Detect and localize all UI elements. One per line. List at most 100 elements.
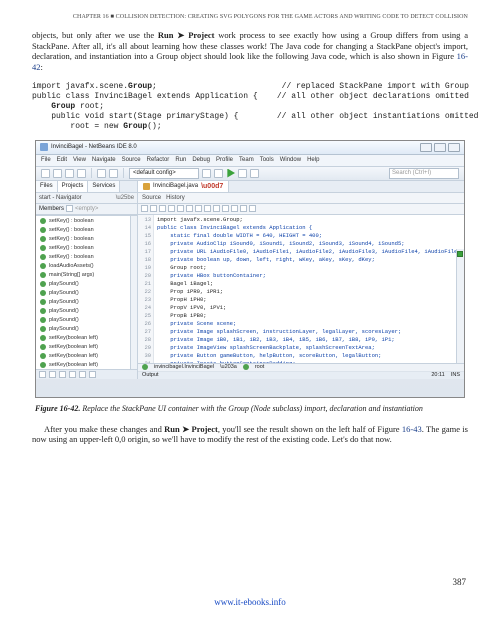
filter-icon-1[interactable] [39, 371, 46, 378]
navigator-item[interactable]: playSound() [36, 289, 137, 298]
navigator-item[interactable]: setKey() : boolean [36, 235, 137, 244]
menu-run[interactable]: Run [175, 157, 186, 163]
ed-icon-3[interactable] [159, 205, 166, 212]
breadcrumb-field[interactable]: root [255, 364, 264, 370]
ed-icon-8[interactable] [204, 205, 211, 212]
code-line[interactable]: private boolean up, down, left, right, w… [157, 256, 464, 264]
navigator-item[interactable]: playSound() [36, 316, 137, 325]
tab-projects[interactable]: Projects [58, 181, 89, 192]
navigator-item[interactable]: setKey() : boolean [36, 226, 137, 235]
code-line[interactable]: PropV iPV0, iPV1; [157, 304, 464, 312]
close-tab-icon[interactable]: \u00d7 [201, 183, 223, 190]
ed-icon-11[interactable] [231, 205, 238, 212]
source-tab[interactable]: Source [142, 195, 161, 201]
footer-link[interactable]: www.it-ebooks.info [0, 597, 500, 607]
navigator-item[interactable]: setKey(boolean left) [36, 343, 137, 352]
output-label[interactable]: Output [142, 372, 159, 378]
code-line[interactable]: Prop iPR0, iPR1; [157, 288, 464, 296]
navigator-item[interactable]: playSound() [36, 307, 137, 316]
navigator-list[interactable]: setKey() : booleansetKey() : booleansetK… [36, 215, 137, 369]
code-line[interactable]: Group root; [157, 264, 464, 272]
filter-icon-3[interactable] [59, 371, 66, 378]
ed-icon-6[interactable] [186, 205, 193, 212]
minimize-button[interactable] [420, 143, 432, 152]
ed-icon-2[interactable] [150, 205, 157, 212]
code-line[interactable]: private Image iB0, iB1, iB2, iB3, iB4, i… [157, 336, 464, 344]
code-line[interactable]: private URL iAudioFile0, iAudioFile1, iA… [157, 248, 464, 256]
code-line[interactable]: public class InvinciBagel extends Applic… [157, 224, 464, 232]
navigator-item[interactable]: setKey() : boolean [36, 217, 137, 226]
code-line[interactable]: Bagel iBagel; [157, 280, 464, 288]
ed-icon-10[interactable] [222, 205, 229, 212]
editor-tab[interactable]: InvinciBagel.java \u00d7 [138, 181, 229, 192]
redo-icon[interactable] [109, 169, 118, 178]
ed-icon-7[interactable] [195, 205, 202, 212]
menu-team[interactable]: Team [239, 157, 254, 163]
ed-icon-9[interactable] [213, 205, 220, 212]
navigator-item[interactable]: setKey(boolean left) [36, 352, 137, 361]
ed-icon-5[interactable] [177, 205, 184, 212]
ed-icon-13[interactable] [249, 205, 256, 212]
code-line[interactable]: private Insets buttonContainerPadding; [157, 360, 464, 363]
navigator-item[interactable]: playSound() [36, 325, 137, 334]
menu-file[interactable]: File [41, 157, 51, 163]
error-stripe-icon[interactable] [457, 251, 463, 257]
code-line[interactable]: static final double WIDTH = 640, HEIGHT … [157, 232, 464, 240]
menu-window[interactable]: Window [280, 157, 301, 163]
editor-body[interactable]: 1314151617181920212223242526272829303132… [138, 215, 464, 363]
menu-debug[interactable]: Debug [192, 157, 210, 163]
filter-icon-6[interactable] [89, 371, 96, 378]
navigator-item[interactable]: playSound() [36, 298, 137, 307]
menu-navigate[interactable]: Navigate [92, 157, 116, 163]
navigator-scrollbar[interactable] [130, 216, 137, 369]
code-line[interactable]: private Button gameButton, helpButton, s… [157, 352, 464, 360]
navigator-collapse-icon[interactable]: \u25be [116, 195, 134, 201]
editor-scrollbar[interactable] [456, 249, 464, 363]
menu-refactor[interactable]: Refactor [147, 157, 170, 163]
code-line[interactable]: private Scene scene; [157, 320, 464, 328]
debug-icon[interactable] [238, 169, 247, 178]
code-line[interactable]: private HBox buttonContainer; [157, 272, 464, 280]
code-line[interactable]: private ImageView splashScreenBackplate,… [157, 344, 464, 352]
filter-icon-4[interactable] [69, 371, 76, 378]
save-all-icon[interactable] [77, 169, 86, 178]
code-area[interactable]: import javafx.scene.Group;public class I… [154, 215, 464, 363]
profile-icon[interactable] [250, 169, 259, 178]
navigator-item[interactable]: setKey(boolean left) [36, 334, 137, 343]
menu-tools[interactable]: Tools [260, 157, 274, 163]
filter-icon-5[interactable] [79, 371, 86, 378]
filter-icon-2[interactable] [49, 371, 56, 378]
code-line[interactable]: private Image splashScreen, instructionL… [157, 328, 464, 336]
clean-build-icon[interactable] [214, 169, 223, 178]
history-tab[interactable]: History [166, 195, 185, 201]
ed-icon-4[interactable] [168, 205, 175, 212]
code-line[interactable]: import javafx.scene.Group; [157, 216, 464, 224]
menu-edit[interactable]: Edit [57, 157, 67, 163]
ed-icon-12[interactable] [240, 205, 247, 212]
menu-profile[interactable]: Profile [216, 157, 233, 163]
build-icon[interactable] [202, 169, 211, 178]
tab-services[interactable]: Services [88, 181, 120, 192]
tab-files[interactable]: Files [36, 181, 58, 192]
members-dropdown-icon[interactable] [66, 205, 73, 212]
run-icon[interactable] [226, 169, 235, 178]
navigator-item[interactable]: setKey() : boolean [36, 253, 137, 262]
search-input[interactable]: Search (Ctrl+I) [389, 168, 459, 179]
ed-icon-1[interactable] [141, 205, 148, 212]
config-select[interactable]: <default config> [129, 168, 199, 179]
undo-icon[interactable] [97, 169, 106, 178]
navigator-item[interactable]: playSound() [36, 280, 137, 289]
menu-source[interactable]: Source [122, 157, 141, 163]
navigator-item[interactable]: setKey() : boolean [36, 244, 137, 253]
open-icon[interactable] [65, 169, 74, 178]
code-line[interactable]: PropH iPH0; [157, 296, 464, 304]
new-project-icon[interactable] [53, 169, 62, 178]
close-button[interactable] [448, 143, 460, 152]
code-line[interactable]: PropB iPB0; [157, 312, 464, 320]
code-line[interactable]: private AudioClip iSound0, iSound1, iSou… [157, 240, 464, 248]
maximize-button[interactable] [434, 143, 446, 152]
menu-help[interactable]: Help [307, 157, 319, 163]
breadcrumb-class[interactable]: invincibagel.InvinciBagel [154, 364, 214, 370]
navigator-item[interactable]: loadAudioAssets() [36, 262, 137, 271]
navigator-item[interactable]: main(String[] args) [36, 271, 137, 280]
